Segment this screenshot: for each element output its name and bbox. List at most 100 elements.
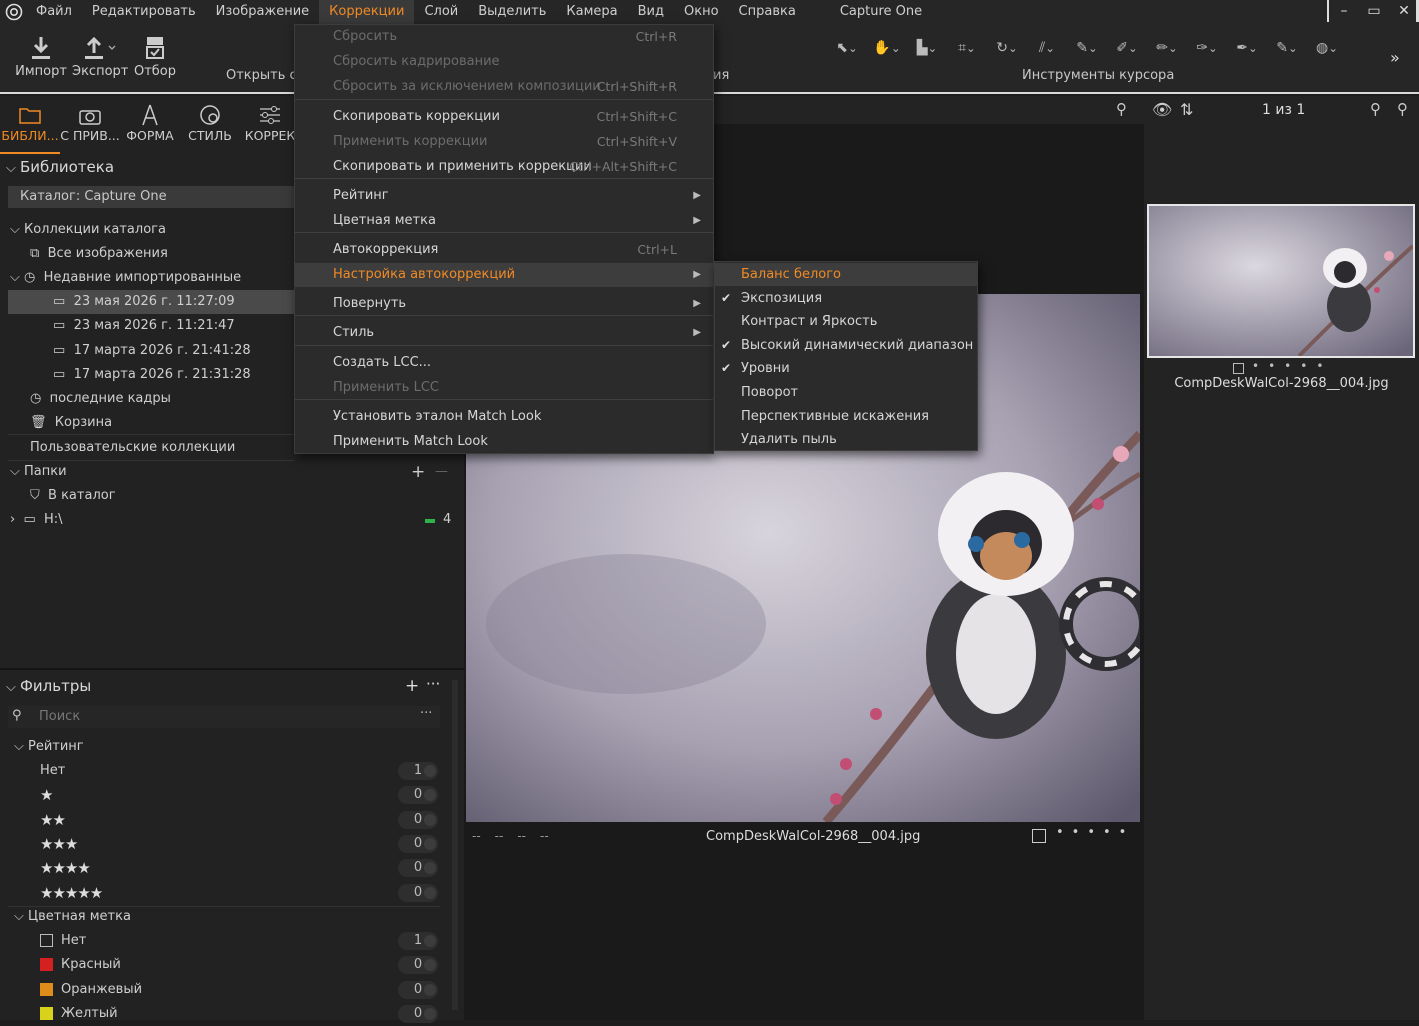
filters-header[interactable]: ⌵ Фильтры <box>6 674 91 698</box>
thumbnail-rating-dots[interactable]: ••••• <box>1252 359 1332 373</box>
rating-filter-row[interactable]: ★★★★★ 0 <box>40 881 440 905</box>
submenu-item[interactable]: Удалить пыль <box>715 428 977 451</box>
maximize-button[interactable]: ▭ <box>1359 0 1389 24</box>
search-options-icon[interactable]: ··· <box>420 706 432 721</box>
menu-item[interactable]: Скопировать коррекции Ctrl+Shift+C <box>295 105 713 129</box>
menu-file[interactable]: Файл <box>26 0 82 24</box>
menu-item[interactable]: Цветная метка ▶ <box>295 209 713 233</box>
library-header[interactable]: ⌵ Библиотека <box>6 155 114 179</box>
import-item-2[interactable]: ▭ 23 мая 2026 г. 11:21:47 <box>53 314 235 338</box>
to-catalog-item[interactable]: ⛉ В каталог <box>30 484 116 508</box>
import-item-1[interactable]: ▭ 23 мая 2026 г. 11:27:09 <box>8 290 294 314</box>
menu-item[interactable]: Применить коррекции Ctrl+Shift+V <box>295 130 713 154</box>
search-field[interactable]: ⚲ Поиск ··· <box>8 706 440 728</box>
tab-capture[interactable]: С ПРИВ... <box>60 96 120 154</box>
tab-style[interactable]: СТИЛЬ <box>180 96 240 154</box>
search-icon[interactable]: ⚲ <box>1397 100 1408 118</box>
arrow-select-icon[interactable]: ⬉ ⌄ <box>830 36 864 60</box>
recent-captures-item[interactable]: ◷ последние кадры <box>30 387 171 411</box>
export-button[interactable]: Экспорт <box>72 32 128 79</box>
zoom-icon[interactable]: ⚲ <box>1116 100 1127 118</box>
zoom-icon[interactable]: ⚲ <box>1370 100 1381 118</box>
stamp-icon[interactable]: ▙ ⌄ <box>910 36 944 60</box>
menu-item[interactable]: Настройка автокоррекций ▶ <box>295 263 713 287</box>
menu-item[interactable]: Применить LCC <box>295 376 713 400</box>
rotate-icon[interactable]: ↻ ⌄ <box>990 36 1024 60</box>
recent-imports-item[interactable]: ⌵ ◷ Недавние импортированные <box>10 266 241 290</box>
submenu-item[interactable]: Перспективные искажения <box>715 405 977 428</box>
menu-item[interactable]: Сбросить за исключением композиции Ctrl+S… <box>295 75 713 99</box>
import-item-3[interactable]: ▭ 17 марта 2026 г. 21:41:28 <box>53 339 251 363</box>
thumbnail-select-checkbox[interactable] <box>1233 363 1244 374</box>
menu-edit[interactable]: Редактировать <box>82 0 206 24</box>
menu-image[interactable]: Изображение <box>206 0 319 24</box>
color-picker-icon[interactable]: ◍ ⌄ <box>1310 36 1344 60</box>
more-options-icon[interactable]: ··· <box>426 672 440 696</box>
menu-item[interactable]: Установить эталон Match Look <box>295 405 713 429</box>
crop-icon[interactable]: ⌗ ⌄ <box>950 36 984 60</box>
import-button[interactable]: Импорт <box>13 32 69 79</box>
rating-filter-row[interactable]: ★★★ 0 <box>40 832 440 856</box>
picker-icon[interactable]: ✎ ⌄ <box>1070 36 1104 60</box>
brush-icon[interactable]: ✏ ⌄ <box>1150 36 1184 60</box>
trash-item[interactable]: 🗑 Корзина <box>30 411 112 435</box>
color-filter-row[interactable]: Желтый 0 <box>40 1002 440 1026</box>
open-with-label[interactable]: Открыть со <box>226 68 305 83</box>
menu-item[interactable]: Создать LCC... <box>295 351 713 375</box>
rating-filter-row[interactable]: ★★ 0 <box>40 808 440 832</box>
catalog-collections-header[interactable]: ⌵ Коллекции каталога <box>10 218 166 242</box>
color-filter-row[interactable]: Красный 0 <box>40 953 440 977</box>
tab-library[interactable]: БИБЛИ... <box>0 96 60 154</box>
more-tools-icon[interactable]: » <box>1390 48 1400 67</box>
rating-filter-row[interactable]: ★ 0 <box>40 783 440 807</box>
eye-icon[interactable]: 👁 <box>1152 100 1172 119</box>
menu-camera[interactable]: Камера <box>556 0 627 24</box>
color-filter-row[interactable]: Оранжевый 0 <box>40 978 440 1002</box>
catalog-selector[interactable]: Каталог: Capture One <box>8 186 294 208</box>
folders-header[interactable]: ⌵ Папки <box>10 460 67 484</box>
submenu-item[interactable]: Поворот <box>715 381 977 404</box>
search-input[interactable]: Поиск <box>39 709 80 724</box>
close-button[interactable]: ✕ <box>1389 0 1419 24</box>
menu-window[interactable]: Окно <box>674 0 729 24</box>
select-checkbox[interactable] <box>1032 829 1046 843</box>
menu-item[interactable]: Автокоррекция Ctrl+L <box>295 238 713 262</box>
rating-filter-header[interactable]: ⌵ Рейтинг <box>14 735 84 759</box>
remove-folder-icon[interactable]: — <box>435 460 448 484</box>
menu-adjustments[interactable]: Коррекции <box>319 0 415 24</box>
menu-item[interactable]: Повернуть ▶ <box>295 292 713 316</box>
add-filter-icon[interactable]: + <box>405 674 419 698</box>
eraser-brush-icon[interactable]: ✐ ⌄ <box>1110 36 1144 60</box>
select-button[interactable]: Отбор <box>127 32 183 79</box>
rating-filter-row[interactable]: ★★★★ 0 <box>40 856 440 880</box>
menu-item[interactable]: Сбросить кадрирование <box>295 50 713 74</box>
all-images-item[interactable]: ⧉ Все изображения <box>30 242 168 266</box>
tab-adjustments[interactable]: КОРРЕК <box>240 96 300 154</box>
gradient-icon[interactable]: ✎ ⌄ <box>1270 36 1304 60</box>
color-label-filter-header[interactable]: ⌵ Цветная метка <box>14 905 131 929</box>
menu-item[interactable]: Стиль ▶ <box>295 321 713 345</box>
rating-dots[interactable]: ••••• <box>1056 825 1134 840</box>
tab-lens[interactable]: ФОРМА <box>120 96 180 154</box>
menu-item[interactable]: Применить Match Look <box>295 430 713 454</box>
filters-scrollbar[interactable] <box>452 680 458 1010</box>
menu-item[interactable]: Рейтинг ▶ <box>295 184 713 208</box>
submenu-item[interactable]: ✔ Экспозиция <box>715 287 977 310</box>
menu-layer[interactable]: Слой <box>414 0 468 24</box>
thumbnail[interactable] <box>1147 204 1415 358</box>
menu-help[interactable]: Справка <box>729 0 806 24</box>
drive-item[interactable]: › ▭ H:\ <box>10 508 63 532</box>
sort-icon[interactable]: ⇅ <box>1180 100 1193 119</box>
rating-filter-row[interactable]: Нет 1 <box>40 759 440 783</box>
submenu-item[interactable]: ✔ Высокий динамический диапазон <box>715 334 977 357</box>
pen-icon[interactable]: ✒ ⌄ <box>1230 36 1264 60</box>
submenu-item[interactable]: Баланс белого <box>715 263 977 286</box>
color-filter-row[interactable]: Нет 1 <box>40 929 440 953</box>
menu-select[interactable]: Выделить <box>468 0 556 24</box>
menu-item[interactable]: Сбросить Ctrl+R <box>295 25 713 49</box>
add-folder-icon[interactable]: + <box>411 460 425 484</box>
minimize-button[interactable]: – <box>1329 0 1359 24</box>
straighten-icon[interactable]: ⫽ ⌄ <box>1030 36 1064 60</box>
pan-hand-icon[interactable]: ✋ ⌄ <box>870 36 904 60</box>
user-collections-item[interactable]: Пользовательские коллекции <box>30 436 235 460</box>
